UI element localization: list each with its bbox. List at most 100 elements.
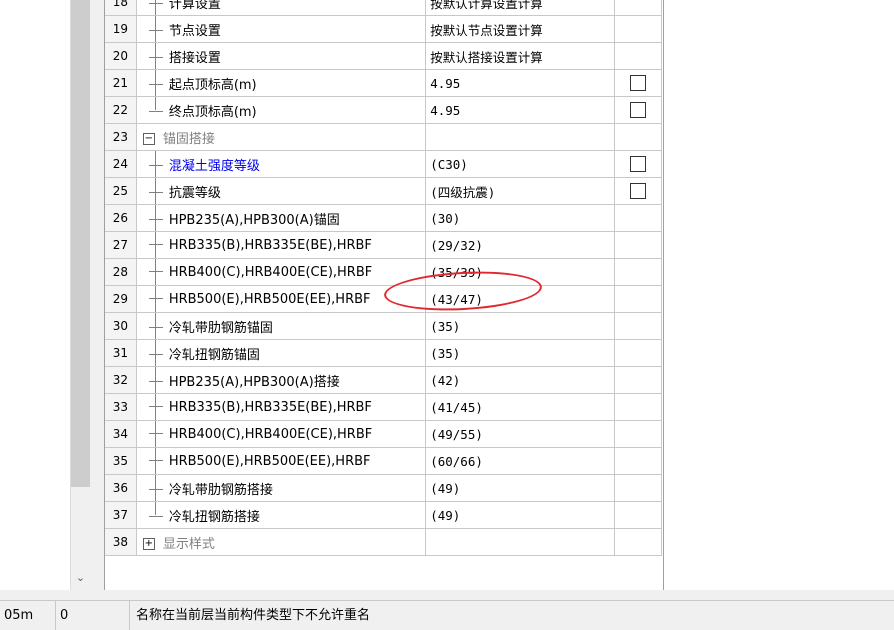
collapse-icon[interactable]: −: [142, 133, 155, 145]
property-value[interactable]: 4.95: [425, 69, 616, 97]
table-row[interactable]: 36 冷轧带肋钢筋搭接 (49): [105, 474, 662, 502]
attach-cell: [614, 393, 662, 421]
tree-branch: [148, 298, 163, 300]
checkbox[interactable]: [630, 102, 647, 118]
scrollbar-thumb[interactable]: [71, 0, 90, 487]
property-name-cell[interactable]: 混凝土强度等级: [135, 150, 427, 178]
property-value[interactable]: 4.95: [425, 96, 616, 124]
tree-connector: [154, 232, 156, 258]
property-name-cell[interactable]: 节点设置: [135, 15, 427, 43]
table-row[interactable]: 20 搭接设置 按默认搭接设置计算: [105, 42, 662, 70]
expand-icon[interactable]: +: [142, 538, 155, 550]
property-name-cell[interactable]: 冷轧带肋钢筋搭接: [135, 474, 427, 502]
tree-connector: [154, 475, 156, 501]
table-row[interactable]: 32 HPB235(A),HPB300(A)搭接 (42): [105, 366, 662, 394]
property-label: HRB400(C),HRB400E(CE),HRBF: [168, 264, 373, 280]
property-value[interactable]: (41/45): [425, 393, 616, 421]
tree-branch: [148, 406, 163, 408]
attach-cell: [614, 231, 662, 259]
checkbox[interactable]: [630, 156, 647, 172]
property-label: HPB235(A),HPB300(A)锚固: [168, 212, 340, 228]
table-row[interactable]: 33 HRB335(B),HRB335E(BE),HRBF (41/45): [105, 393, 662, 421]
property-label: 冷轧带肋钢筋锚固: [168, 320, 273, 336]
property-value[interactable]: (49): [425, 501, 616, 529]
property-value[interactable]: (35/39): [425, 258, 616, 286]
table-row[interactable]: 22 终点顶标高(m) 4.95: [105, 96, 662, 124]
row-number: 24: [105, 150, 137, 178]
table-row[interactable]: 19 节点设置 按默认节点设置计算: [105, 15, 662, 43]
table-row[interactable]: 30 冷轧带肋钢筋锚固 (35): [105, 312, 662, 340]
property-name-cell[interactable]: 搭接设置: [135, 42, 427, 70]
property-name-cell[interactable]: 冷轧扭钢筋搭接: [135, 501, 427, 529]
row-number: 25: [105, 177, 137, 205]
tree-connector: [154, 421, 156, 447]
table-row[interactable]: 31 冷轧扭钢筋锚固 (35): [105, 339, 662, 367]
property-name-cell[interactable]: 冷轧扭钢筋锚固: [135, 339, 427, 367]
property-name-cell[interactable]: 起点顶标高(m): [135, 69, 427, 97]
property-value[interactable]: [425, 123, 616, 151]
table-row[interactable]: 23− 锚固搭接: [105, 123, 662, 151]
property-value[interactable]: (49/55): [425, 420, 616, 448]
property-name-cell[interactable]: HPB235(A),HPB300(A)锚固: [135, 204, 427, 232]
property-value[interactable]: (60/66): [425, 447, 616, 475]
property-value[interactable]: (四级抗震): [425, 177, 616, 205]
table-row[interactable]: 18 计算设置 按默认计算设置计算: [105, 0, 662, 16]
property-value[interactable]: 按默认节点设置计算: [425, 15, 616, 43]
row-number: 26: [105, 204, 137, 232]
checkbox[interactable]: [630, 75, 647, 91]
table-row[interactable]: 24 混凝土强度等级 (C30): [105, 150, 662, 178]
property-value[interactable]: 按默认搭接设置计算: [425, 42, 616, 70]
property-value[interactable]: (30): [425, 204, 616, 232]
property-value[interactable]: (C30): [425, 150, 616, 178]
property-name-cell[interactable]: 抗震等级: [135, 177, 427, 205]
property-name-cell[interactable]: + 显示样式: [135, 528, 427, 556]
property-value[interactable]: (35): [425, 312, 616, 340]
property-value[interactable]: (49): [425, 474, 616, 502]
property-value[interactable]: (35): [425, 339, 616, 367]
property-name-cell[interactable]: HRB400(C),HRB400E(CE),HRBF: [135, 420, 427, 448]
property-name-cell[interactable]: HRB335(B),HRB335E(BE),HRBF: [135, 231, 427, 259]
table-row[interactable]: 28 HRB400(C),HRB400E(CE),HRBF (35/39): [105, 258, 662, 286]
property-value[interactable]: (43/47): [425, 285, 616, 313]
table-row[interactable]: 21 起点顶标高(m) 4.95: [105, 69, 662, 97]
property-name-cell[interactable]: HRB500(E),HRB500E(EE),HRBF: [135, 285, 427, 313]
table-row[interactable]: 38 + 显示样式: [105, 528, 662, 556]
attach-cell: [614, 366, 662, 394]
property-name-cell[interactable]: − 锚固搭接: [135, 123, 427, 151]
table-row[interactable]: 25 抗震等级 (四级抗震): [105, 177, 662, 205]
tree-connector: [154, 0, 156, 15]
property-name-cell[interactable]: 终点顶标高(m): [135, 96, 427, 124]
tree-branch: [148, 516, 163, 518]
property-name-cell[interactable]: 计算设置: [135, 0, 427, 16]
table-row[interactable]: 29 HRB500(E),HRB500E(EE),HRBF (43/47): [105, 285, 662, 313]
status-count: 0: [56, 601, 130, 630]
table-row[interactable]: 26 HPB235(A),HPB300(A)锚固 (30): [105, 204, 662, 232]
property-value[interactable]: (42): [425, 366, 616, 394]
table-row[interactable]: 27 HRB335(B),HRB335E(BE),HRBF (29/32): [105, 231, 662, 259]
checkbox[interactable]: [630, 183, 647, 199]
attach-cell: [614, 177, 662, 205]
property-value[interactable]: 按默认计算设置计算: [425, 0, 616, 16]
property-name-cell[interactable]: HRB400(C),HRB400E(CE),HRBF: [135, 258, 427, 286]
attach-cell: [614, 123, 662, 151]
attach-cell: [614, 339, 662, 367]
tree-connector: [154, 286, 156, 312]
property-name-cell[interactable]: HPB235(A),HPB300(A)搭接: [135, 366, 427, 394]
vertical-scrollbar[interactable]: ⌄: [70, 0, 90, 590]
property-name-cell[interactable]: HRB500(E),HRB500E(EE),HRBF: [135, 447, 427, 475]
scroll-down-icon[interactable]: ⌄: [71, 568, 90, 586]
property-name-cell[interactable]: 冷轧带肋钢筋锚固: [135, 312, 427, 340]
property-label: 混凝土强度等级: [168, 158, 260, 174]
tree-branch: [148, 192, 163, 194]
property-value[interactable]: [425, 528, 616, 556]
table-row[interactable]: 37 冷轧扭钢筋搭接 (49): [105, 501, 662, 529]
property-value[interactable]: (29/32): [425, 231, 616, 259]
property-label: 抗震等级: [168, 185, 221, 201]
property-name-cell[interactable]: HRB335(B),HRB335E(BE),HRBF: [135, 393, 427, 421]
table-row[interactable]: 34 HRB400(C),HRB400E(CE),HRBF (49/55): [105, 420, 662, 448]
table-row[interactable]: 35 HRB500(E),HRB500E(EE),HRBF (60/66): [105, 447, 662, 475]
tree-connector: [154, 340, 156, 366]
tree-branch: [148, 30, 163, 32]
property-label: 显示样式: [162, 536, 215, 552]
row-number: 18: [105, 0, 137, 16]
